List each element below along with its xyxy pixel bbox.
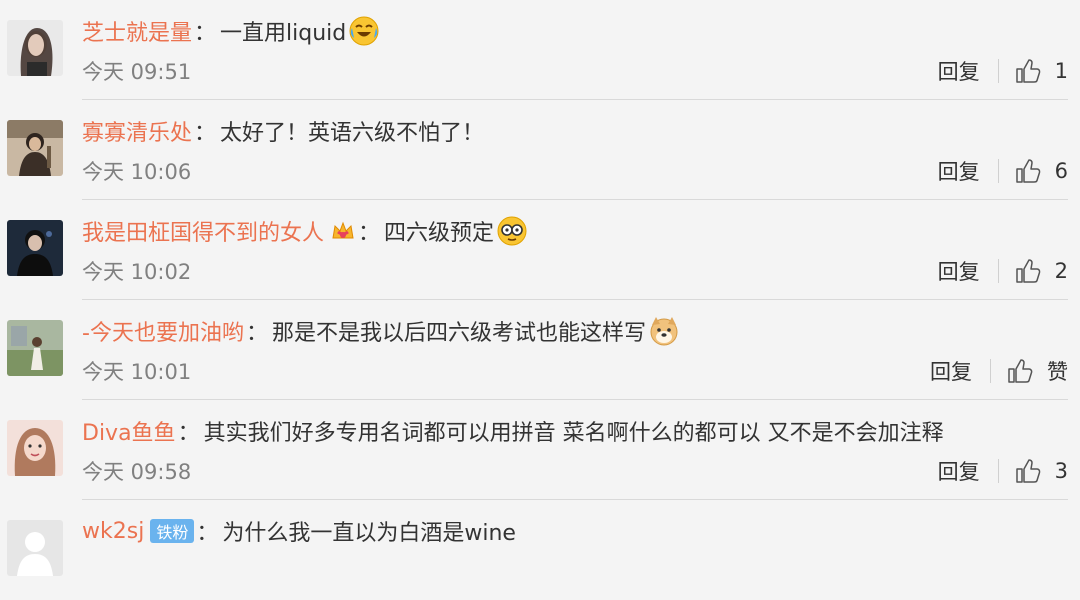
colon: ： bbox=[194, 121, 217, 146]
comment-time: 今天 10:01 bbox=[82, 360, 192, 384]
reply-button[interactable]: 回复 bbox=[938, 156, 998, 186]
thumbs-up-icon bbox=[1015, 259, 1040, 283]
comment-actions: 回复 3 bbox=[938, 456, 1068, 486]
username[interactable]: -今天也要加油哟 bbox=[82, 315, 244, 347]
comment-time: 今天 09:58 bbox=[82, 460, 192, 484]
thumbs-up-icon bbox=[1015, 459, 1040, 483]
like-count: 3 bbox=[1054, 459, 1068, 483]
like-button[interactable]: 6 bbox=[1015, 158, 1068, 184]
divider bbox=[997, 459, 999, 483]
reply-button[interactable]: 回复 bbox=[938, 456, 998, 486]
comment-time: 今天 10:02 bbox=[82, 260, 192, 284]
divider bbox=[997, 259, 999, 283]
comment-actions: 回复 2 bbox=[938, 256, 1068, 286]
comment-text: 其实我们好多专用名词都可以用拼音 菜名啊什么的都可以 又不是不会加注释 bbox=[203, 421, 944, 446]
like-count: 6 bbox=[1054, 159, 1068, 183]
comment-item: wk2sj 铁粉 ： 为什么我一直以为白酒是wine bbox=[0, 500, 1080, 600]
like-count: 1 bbox=[1054, 59, 1068, 83]
comment-actions: 回复 赞 bbox=[930, 356, 1068, 386]
reply-button[interactable]: 回复 bbox=[938, 56, 998, 86]
avatar[interactable] bbox=[7, 420, 63, 476]
like-button[interactable]: 1 bbox=[1015, 58, 1068, 84]
comment-time: 今天 09:51 bbox=[82, 60, 192, 84]
username[interactable]: 芝士就是量 bbox=[82, 15, 192, 47]
doge-emoji-icon bbox=[648, 315, 680, 347]
comment-item: -今天也要加油哟 ： 那是不是我以后四六级考试也能这样写 今天 10:01 回复… bbox=[0, 300, 1080, 400]
colon: ： bbox=[177, 421, 200, 446]
avatar[interactable] bbox=[7, 220, 63, 276]
comment-text: 那是不是我以后四六级考试也能这样写 bbox=[271, 321, 646, 346]
like-button[interactable]: 3 bbox=[1015, 458, 1068, 484]
username[interactable]: 寡寡清乐处 bbox=[82, 115, 192, 147]
thumbs-up-icon bbox=[1015, 159, 1040, 183]
reply-button[interactable]: 回复 bbox=[938, 256, 998, 286]
avatar[interactable] bbox=[7, 320, 63, 376]
fan-badge[interactable]: 铁粉 bbox=[150, 519, 195, 543]
colon: ： bbox=[196, 521, 219, 546]
vip-crown-icon bbox=[330, 218, 356, 244]
reply-button[interactable]: 回复 bbox=[930, 356, 990, 386]
comment-text: 一直用liquid bbox=[220, 21, 347, 46]
colon: ： bbox=[245, 321, 268, 346]
username[interactable]: 我是田柾国得不到的女人 bbox=[82, 215, 324, 247]
divider bbox=[990, 359, 991, 383]
thumbs-up-icon bbox=[1008, 359, 1033, 383]
comment-text: 太好了！英语六级不怕了！ bbox=[220, 121, 485, 146]
like-button[interactable]: 2 bbox=[1015, 258, 1068, 284]
divider bbox=[997, 59, 999, 83]
colon: ： bbox=[358, 221, 381, 246]
thumbs-up-icon bbox=[1015, 59, 1040, 83]
avatar[interactable] bbox=[7, 20, 63, 76]
comment-item: Diva鱼鱼 ： 其实我们好多专用名词都可以用拼音 菜名啊什么的都可以 又不是不… bbox=[0, 400, 1080, 500]
comment-item: 寡寡清乐处 ： 太好了！英语六级不怕了！ 今天 10:06 回复 6 bbox=[0, 100, 1080, 200]
comment-time: 今天 10:06 bbox=[82, 160, 192, 184]
avatar[interactable] bbox=[7, 120, 63, 176]
laugh-cry-emoji-icon bbox=[348, 15, 380, 47]
nerd-glasses-emoji-icon bbox=[496, 215, 528, 247]
comment-item: 我是田柾国得不到的女人 ： 四六级预定 今天 10:02 回复 2 bbox=[0, 200, 1080, 300]
username[interactable]: Diva鱼鱼 bbox=[82, 415, 176, 447]
comment-text: 为什么我一直以为白酒是wine bbox=[222, 521, 516, 546]
colon: ： bbox=[194, 21, 217, 46]
comment-actions: 回复 6 bbox=[938, 156, 1068, 186]
like-button[interactable]: 赞 bbox=[1007, 356, 1068, 386]
comment-text: 四六级预定 bbox=[384, 221, 495, 246]
divider bbox=[997, 159, 999, 183]
comment-actions: 回复 1 bbox=[938, 56, 1068, 86]
avatar[interactable] bbox=[7, 520, 63, 576]
like-label: 赞 bbox=[1047, 360, 1068, 384]
comment-list: 芝士就是量 ： 一直用liquid 今天 09:51 回复 1 寡寡清乐处 ： … bbox=[0, 0, 1080, 576]
comment-item: 芝士就是量 ： 一直用liquid 今天 09:51 回复 1 bbox=[0, 0, 1080, 100]
username[interactable]: wk2sj bbox=[82, 519, 144, 544]
like-count: 2 bbox=[1054, 259, 1068, 283]
